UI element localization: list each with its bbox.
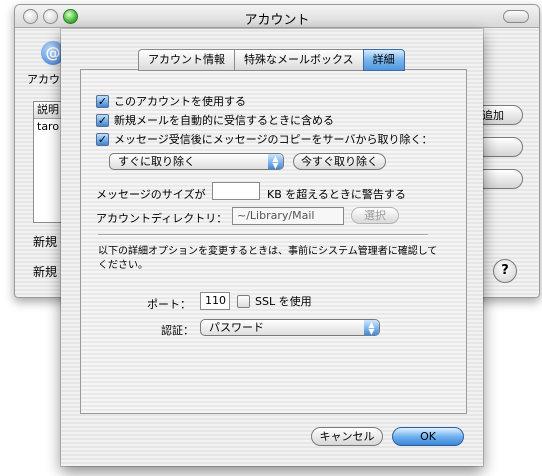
new-label-2: 新規 — [33, 265, 58, 279]
help-button[interactable]: ? — [493, 259, 517, 283]
tab-special-mailboxes[interactable]: 特殊なメールボックス — [234, 49, 363, 71]
tab-bar: アカウント情報 特殊なメールボックス 詳細 — [138, 49, 405, 71]
tab-advanced[interactable]: 詳細 — [362, 49, 405, 71]
auth-label: 認証： — [161, 324, 194, 337]
window-title: アカウント — [244, 13, 310, 28]
use-account-checkbox[interactable]: ✓ — [96, 94, 109, 108]
port-input[interactable]: 110 — [200, 292, 230, 310]
include-auto-check-checkbox[interactable]: ✓ — [96, 113, 109, 127]
ssl-checkbox[interactable] — [237, 294, 250, 308]
remove-copy-row[interactable]: ✓ メッセージ受信後にメッセージのコピーをサーバから取り除く： — [96, 131, 432, 147]
tab-account-info[interactable]: アカウント情報 — [138, 49, 234, 71]
account-directory-label: アカウントディレクトリ： — [96, 212, 228, 225]
separator — [98, 234, 428, 236]
remove-timing-value: すぐに取り除く — [118, 155, 195, 168]
popup-arrows-icon: ▲ ▼ — [268, 154, 283, 170]
accounts-toolbar-label: アカウ — [27, 73, 60, 86]
ssl-label: SSL を使用 — [255, 295, 312, 308]
size-warning-input[interactable] — [212, 182, 260, 200]
account-directory-field[interactable]: ~/Library/Mail — [232, 207, 344, 225]
cancel-button[interactable]: キャンセル — [311, 427, 383, 446]
ok-button[interactable]: OK — [392, 427, 464, 446]
remove-timing-popup[interactable]: すぐに取り除く ▲ ▼ — [109, 153, 284, 170]
remove-copy-label: メッセージ受信後にメッセージのコピーをサーバから取り除く： — [114, 133, 433, 146]
include-auto-check-row[interactable]: ✓ 新規メールを自動的に受信するときに含める — [96, 112, 334, 128]
auth-popup[interactable]: パスワード ▲ ▼ — [200, 319, 380, 336]
toolbar-toggle-button[interactable] — [503, 10, 529, 23]
size-warning-prefix: メッセージのサイズが — [96, 188, 206, 201]
size-warning-suffix: KB を超えるときに警告する — [267, 188, 406, 201]
port-label: ポート： — [147, 298, 191, 311]
ssl-row[interactable]: SSL を使用 — [237, 293, 312, 309]
use-account-label: このアカウントを使用する — [114, 95, 246, 108]
auth-popup-arrows-icon: ▲ ▼ — [364, 320, 379, 336]
new-label-1: 新規 — [33, 235, 58, 249]
remove-copy-checkbox[interactable]: ✓ — [96, 132, 109, 146]
use-account-row[interactable]: ✓ このアカウントを使用する — [96, 93, 246, 109]
account-settings-sheet: アカウント情報 特殊なメールボックス 詳細 ✓ このアカウントを使用する ✓ 新… — [61, 29, 483, 466]
title-bar: アカウント — [15, 5, 539, 28]
admin-note: 以下の詳細オプションを変更するときは、事前にシステム管理者に確認してください。 — [98, 246, 438, 271]
auth-value: パスワード — [209, 321, 264, 334]
include-auto-check-label: 新規メールを自動的に受信するときに含める — [114, 114, 334, 127]
choose-directory-button[interactable]: 選択 — [351, 207, 399, 224]
remove-now-button[interactable]: 今すぐ取り除く — [293, 153, 386, 170]
advanced-panel: ✓ このアカウントを使用する ✓ 新規メールを自動的に受信するときに含める ✓ … — [80, 69, 467, 414]
